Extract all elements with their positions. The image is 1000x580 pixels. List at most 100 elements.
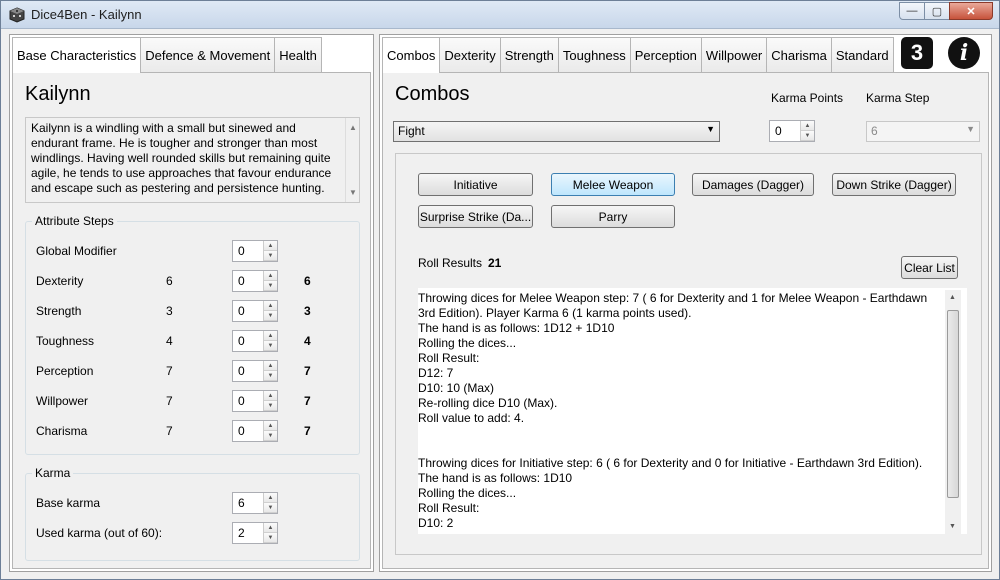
used-karma-stepper[interactable]: 2 ▲ ▼ bbox=[232, 522, 278, 544]
spin-down-icon[interactable]: ▼ bbox=[264, 503, 277, 513]
character-pane: Base Characteristics Defence & Movement … bbox=[9, 34, 374, 572]
dice-tabs: Combos Dexterity Strength Toughness Perc… bbox=[382, 37, 894, 73]
spin-down-icon[interactable]: ▼ bbox=[264, 311, 277, 321]
tab-health[interactable]: Health bbox=[274, 37, 322, 72]
combo-select-value: Fight bbox=[398, 124, 425, 138]
karma-step-select[interactable]: 6 ▼ bbox=[866, 121, 980, 142]
tab-base-characteristics[interactable]: Base Characteristics bbox=[12, 37, 142, 73]
global-modifier-value: 0 bbox=[238, 244, 245, 258]
window-controls: — ▢ ✕ bbox=[899, 2, 993, 20]
attribute-row-dexterity: Dexterity 6 0 ▲ ▼ 6 bbox=[36, 270, 366, 292]
dexterity-stepper[interactable]: 0 ▲ ▼ bbox=[232, 270, 278, 292]
combo-select[interactable]: Fight ▼ bbox=[393, 121, 720, 142]
roll-results-label: Roll Results bbox=[418, 256, 483, 270]
attribute-steps-label: Attribute Steps bbox=[32, 214, 117, 228]
toughness-stepper[interactable]: 0 ▲ ▼ bbox=[232, 330, 278, 352]
dice-pane: Combos Dexterity Strength Toughness Perc… bbox=[379, 34, 992, 572]
tab-perception[interactable]: Perception bbox=[629, 37, 702, 72]
spin-up-icon[interactable]: ▲ bbox=[264, 331, 277, 341]
minimize-button[interactable]: — bbox=[899, 2, 925, 20]
karma-group: Karma Base karma 6 ▲ ▼ Used karma (out of … bbox=[25, 466, 360, 561]
attribute-final: 7 bbox=[304, 424, 311, 438]
scroll-up-icon[interactable]: ▲ bbox=[949, 294, 956, 301]
attribute-final: 3 bbox=[304, 304, 311, 318]
attribute-base: 7 bbox=[166, 424, 173, 438]
attribute-name: Willpower bbox=[36, 394, 89, 408]
spin-up-icon[interactable]: ▲ bbox=[264, 301, 277, 311]
chevron-down-icon: ▼ bbox=[706, 124, 715, 134]
charisma-stepper[interactable]: 0 ▲ ▼ bbox=[232, 420, 278, 442]
character-description[interactable]: Kailynn is a windling with a small but s… bbox=[25, 117, 360, 203]
close-button[interactable]: ✕ bbox=[949, 2, 993, 20]
spin-up-icon[interactable]: ▲ bbox=[264, 493, 277, 503]
description-scrollbar[interactable]: ▲ ▼ bbox=[345, 118, 359, 202]
clear-list-button[interactable]: Clear List bbox=[901, 256, 958, 279]
attribute-base: 7 bbox=[166, 394, 173, 408]
karma-step-label: Karma Step bbox=[866, 91, 930, 105]
app-window: Dice4Ben - Kailynn — ▢ ✕ Base Characteri… bbox=[0, 0, 1000, 580]
section-title: Combos bbox=[395, 83, 470, 105]
spin-up-icon[interactable]: ▲ bbox=[264, 523, 277, 533]
global-modifier-stepper[interactable]: 0 ▲ ▼ bbox=[232, 240, 278, 262]
base-karma-row: Base karma 6 ▲ ▼ bbox=[36, 492, 366, 514]
spin-down-icon[interactable]: ▼ bbox=[801, 131, 814, 141]
spin-down-icon[interactable]: ▼ bbox=[264, 251, 277, 261]
used-karma-row: Used karma (out of 60): 2 ▲ ▼ bbox=[36, 522, 366, 544]
stepper-value: 0 bbox=[238, 334, 245, 348]
tab-willpower[interactable]: Willpower bbox=[700, 37, 768, 72]
base-karma-stepper[interactable]: 6 ▲ ▼ bbox=[232, 492, 278, 514]
tab-dexterity[interactable]: Dexterity bbox=[439, 37, 501, 72]
counter-badge[interactable]: 3 bbox=[901, 37, 933, 69]
damages-dagger-button[interactable]: Damages (Dagger) bbox=[692, 173, 814, 196]
roll-log[interactable]: Throwing dices for Melee Weapon step: 7 … bbox=[418, 288, 967, 534]
tab-standard[interactable]: Standard bbox=[830, 37, 894, 72]
tab-toughness[interactable]: Toughness bbox=[557, 37, 631, 72]
scrollbar-thumb[interactable] bbox=[947, 310, 959, 498]
initiative-button[interactable]: Initiative bbox=[418, 173, 533, 196]
attribute-row-charisma: Charisma 7 0 ▲ ▼ 7 bbox=[36, 420, 366, 442]
attribute-base: 3 bbox=[166, 304, 173, 318]
spin-down-icon[interactable]: ▼ bbox=[264, 533, 277, 543]
spin-up-icon[interactable]: ▲ bbox=[264, 421, 277, 431]
stepper-value: 0 bbox=[775, 124, 782, 138]
spin-up-icon[interactable]: ▲ bbox=[264, 361, 277, 371]
spin-up-icon[interactable]: ▲ bbox=[264, 241, 277, 251]
surprise-strike-button[interactable]: Surprise Strike (Da... bbox=[418, 205, 533, 228]
attribute-name: Strength bbox=[36, 304, 82, 318]
scroll-down-icon[interactable]: ▼ bbox=[349, 185, 357, 200]
roll-log-scrollbar[interactable]: ▲ ▼ bbox=[945, 290, 961, 534]
description-text: Kailynn is a windling with a small but s… bbox=[31, 121, 332, 195]
down-strike-dagger-button[interactable]: Down Strike (Dagger) bbox=[832, 173, 956, 196]
perception-stepper[interactable]: 0 ▲ ▼ bbox=[232, 360, 278, 382]
maximize-button[interactable]: ▢ bbox=[924, 2, 950, 20]
attribute-final: 6 bbox=[304, 274, 311, 288]
tab-combos[interactable]: Combos bbox=[382, 37, 441, 73]
spin-down-icon[interactable]: ▼ bbox=[264, 341, 277, 351]
stepper-value: 0 bbox=[238, 304, 245, 318]
willpower-stepper[interactable]: 0 ▲ ▼ bbox=[232, 390, 278, 412]
attribute-row-strength: Strength 3 0 ▲ ▼ 3 bbox=[36, 300, 366, 322]
melee-weapon-button[interactable]: Melee Weapon bbox=[551, 173, 675, 196]
spin-down-icon[interactable]: ▼ bbox=[264, 281, 277, 291]
spin-up-icon[interactable]: ▲ bbox=[801, 121, 814, 131]
base-karma-label: Base karma bbox=[36, 496, 101, 510]
tab-strength[interactable]: Strength bbox=[499, 37, 559, 72]
strength-stepper[interactable]: 0 ▲ ▼ bbox=[232, 300, 278, 322]
attribute-base: 6 bbox=[166, 274, 173, 288]
attribute-final: 7 bbox=[304, 394, 311, 408]
scroll-down-icon[interactable]: ▼ bbox=[949, 523, 956, 530]
spin-down-icon[interactable]: ▼ bbox=[264, 371, 277, 381]
parry-button[interactable]: Parry bbox=[551, 205, 675, 228]
attribute-row-perception: Perception 7 0 ▲ ▼ 7 bbox=[36, 360, 366, 382]
spin-down-icon[interactable]: ▼ bbox=[264, 401, 277, 411]
attribute-row-willpower: Willpower 7 0 ▲ ▼ 7 bbox=[36, 390, 366, 412]
karma-points-stepper[interactable]: 0 ▲ ▼ bbox=[769, 120, 815, 142]
spin-up-icon[interactable]: ▲ bbox=[264, 391, 277, 401]
scroll-up-icon[interactable]: ▲ bbox=[349, 120, 357, 135]
global-modifier-row: Global Modifier 0 ▲ ▼ bbox=[36, 240, 366, 262]
info-icon[interactable]: i bbox=[948, 37, 980, 69]
tab-defence-movement[interactable]: Defence & Movement bbox=[140, 37, 276, 72]
spin-up-icon[interactable]: ▲ bbox=[264, 271, 277, 281]
tab-charisma[interactable]: Charisma bbox=[766, 37, 832, 72]
spin-down-icon[interactable]: ▼ bbox=[264, 431, 277, 441]
